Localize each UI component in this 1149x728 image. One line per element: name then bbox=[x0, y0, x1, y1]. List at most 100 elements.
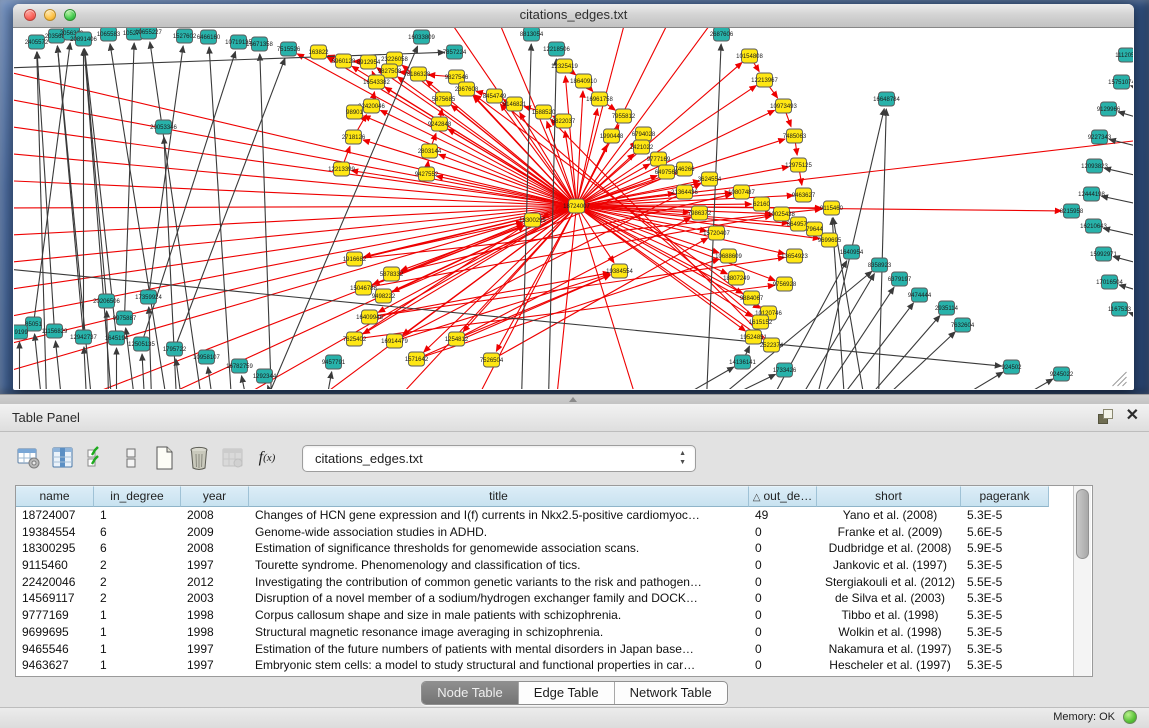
graph-edge bbox=[1119, 285, 1133, 296]
column-header-short[interactable]: short bbox=[817, 486, 961, 507]
graph-edge bbox=[242, 376, 247, 389]
graph-node-label: 1795722 bbox=[163, 347, 187, 353]
table-row[interactable]: 946362711997Embryonic stem cells: a mode… bbox=[16, 657, 1073, 674]
graph-node-label: 18724007 bbox=[563, 204, 590, 210]
table-settings-icon[interactable] bbox=[14, 443, 44, 473]
graph-node-label: 16671358 bbox=[246, 42, 273, 48]
panel-splitter[interactable] bbox=[0, 394, 1149, 404]
graph-node-label: 1571642 bbox=[405, 357, 429, 363]
graph-edge bbox=[1103, 228, 1133, 240]
graph-node-label: 19384554 bbox=[606, 269, 633, 275]
graph-node-label: 8454749 bbox=[483, 94, 507, 100]
window-titlebar[interactable]: citations_edges.txt bbox=[13, 4, 1134, 28]
network-canvas[interactable]: 1872400724055722035684205631920891406106… bbox=[14, 28, 1133, 389]
table-cell: Genome-wide association studies in ADHD. bbox=[249, 524, 749, 541]
graph-node-label: 6466160 bbox=[197, 35, 221, 41]
graph-node-label: 6794028 bbox=[632, 132, 656, 138]
graph-node-label: 12213399 bbox=[328, 167, 355, 173]
table-row[interactable]: 946554611997Estimation of the future num… bbox=[16, 641, 1073, 658]
network-view-window[interactable]: citations_edges.txt 18724007240557220356… bbox=[13, 4, 1134, 390]
table-row[interactable]: 977716911998Corpus callosum shape and si… bbox=[16, 607, 1073, 624]
table-row[interactable]: 1456911722003Disruption of a novel membe… bbox=[16, 590, 1073, 607]
graph-node-label: 1292344 bbox=[253, 374, 277, 380]
column-header-name[interactable]: name bbox=[16, 486, 94, 507]
table-cell: 9115460 bbox=[16, 557, 94, 574]
graph-node-label: 8822037 bbox=[552, 119, 576, 125]
close-icon[interactable]: ✕ bbox=[1126, 408, 1139, 424]
table-row[interactable]: 1872400712008Changes of HCN gene express… bbox=[16, 507, 1073, 524]
table-cell: Structural magnetic resonance image aver… bbox=[249, 624, 749, 641]
graph-edge bbox=[1131, 86, 1133, 96]
graph-edge bbox=[577, 206, 637, 389]
column-header-out_de[interactable]: △out_de… bbox=[749, 486, 817, 507]
table-row[interactable]: 1938455462009Genome-wide association stu… bbox=[16, 524, 1073, 541]
table-cell: 0 bbox=[749, 607, 817, 624]
graph-node-label: 17016504 bbox=[1096, 280, 1123, 286]
network-graph[interactable]: 1872400724055722035684205631920891406106… bbox=[14, 28, 1133, 389]
float-window-icon[interactable] bbox=[1098, 409, 1113, 424]
rows-icon[interactable] bbox=[116, 443, 146, 473]
function-builder-icon[interactable]: f(x) bbox=[252, 443, 282, 473]
table-row[interactable]: 969969511998Structural magnetic resonanc… bbox=[16, 624, 1073, 641]
select-columns-icon[interactable] bbox=[82, 443, 112, 473]
graph-node-label: 7526504 bbox=[480, 358, 504, 364]
graph-node-label: 18807249 bbox=[723, 276, 750, 282]
graph-node-label: 16210643 bbox=[1080, 224, 1107, 230]
table-cell: 1998 bbox=[181, 607, 249, 624]
graph-node-label: 15992971 bbox=[1090, 252, 1117, 258]
table-cell: 2003 bbox=[181, 590, 249, 607]
table-row[interactable]: 911546021997Tourette syndrome. Phenomeno… bbox=[16, 557, 1073, 574]
table-selector-dropdown[interactable]: citations_edges.txt ▲▼ bbox=[302, 445, 696, 472]
graph-edge bbox=[677, 367, 734, 389]
graph-node-label: 1990448 bbox=[600, 134, 624, 140]
new-table-icon[interactable] bbox=[150, 443, 180, 473]
tab-edge-table[interactable]: Edge Table bbox=[519, 682, 615, 704]
table-cell: Jankovic et al. (1997) bbox=[817, 557, 961, 574]
tab-network-table[interactable]: Network Table bbox=[615, 682, 727, 704]
table-cell: 2 bbox=[94, 590, 181, 607]
graph-edge bbox=[14, 206, 577, 292]
column-header-pagerank[interactable]: pagerank bbox=[961, 486, 1049, 507]
column-header-year[interactable]: year bbox=[181, 486, 249, 507]
splitter-handle-icon[interactable] bbox=[569, 397, 577, 402]
tab-node-table[interactable]: Node Table bbox=[422, 682, 519, 704]
resize-grip-icon[interactable] bbox=[1113, 372, 1127, 386]
column-header-title[interactable]: title bbox=[249, 486, 749, 507]
scrollbar-thumb[interactable] bbox=[1076, 489, 1089, 559]
table-row[interactable]: 2242004622012Investigating the contribut… bbox=[16, 574, 1073, 591]
table-cell: 49 bbox=[749, 507, 817, 524]
graph-node-label: 2367608 bbox=[455, 87, 479, 93]
table-cell: 5.5E-5 bbox=[961, 574, 1049, 591]
import-table-icon bbox=[218, 443, 248, 473]
column-header-label: short bbox=[875, 489, 902, 503]
table-cell: 2008 bbox=[181, 507, 249, 524]
graph-node-label: 1916682 bbox=[343, 257, 367, 263]
table-panel-header: Table Panel ✕ bbox=[0, 404, 1149, 432]
graph-node-label: 14136141 bbox=[729, 360, 756, 366]
column-header-label: title bbox=[489, 489, 508, 503]
graph-edge bbox=[370, 273, 610, 317]
table-cell: 22420046 bbox=[16, 574, 94, 591]
table-cell: 5.3E-5 bbox=[961, 641, 1049, 658]
graph-edge bbox=[355, 285, 775, 339]
dropdown-stepper-icon: ▲▼ bbox=[679, 449, 686, 467]
delete-table-icon[interactable] bbox=[184, 443, 214, 473]
column-header-in_degree[interactable]: in_degree bbox=[94, 486, 181, 507]
graph-node-label: 3624554 bbox=[698, 177, 722, 183]
table-cell: Dudbridge et al. (2008) bbox=[817, 540, 961, 557]
graph-node-label: 17359924 bbox=[135, 295, 162, 301]
vertical-scrollbar[interactable] bbox=[1073, 486, 1091, 676]
table-row[interactable]: 1830029562008Estimation of significance … bbox=[16, 540, 1073, 557]
graph-node-label: 1065583 bbox=[97, 32, 121, 38]
table-cell: 0 bbox=[749, 624, 817, 641]
graph-edge bbox=[150, 42, 202, 389]
graph-node-label: 2718126 bbox=[342, 135, 366, 141]
graph-node-label: 23226058 bbox=[381, 57, 408, 63]
table-cell: 5.3E-5 bbox=[961, 557, 1049, 574]
table-cell: 1998 bbox=[181, 624, 249, 641]
table-toolbar: f(x) citations_edges.txt ▲▼ bbox=[0, 432, 1149, 484]
show-column-icon[interactable] bbox=[48, 443, 78, 473]
graph-edge bbox=[723, 374, 776, 389]
window-title: citations_edges.txt bbox=[13, 7, 1134, 22]
graph-node-label: 21364436 bbox=[671, 190, 698, 196]
